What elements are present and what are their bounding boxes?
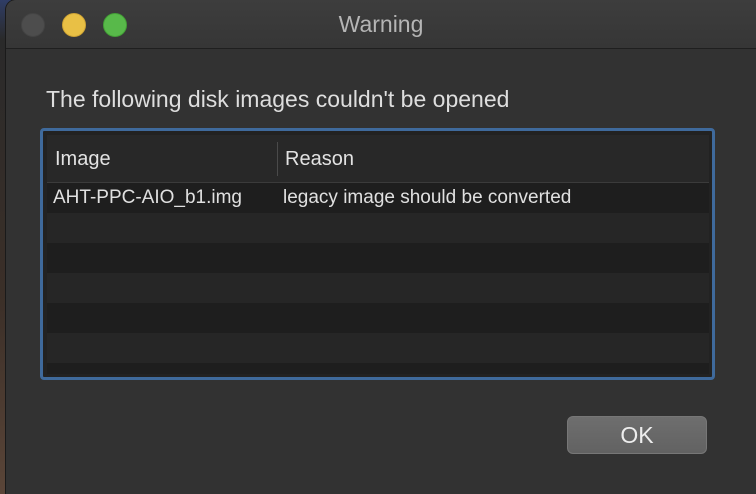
column-header-reason[interactable]: Reason <box>285 135 354 183</box>
empty-table-row <box>47 213 709 243</box>
image-cell: AHT-PPC-AIO_b1.img <box>53 187 242 208</box>
reason-cell: legacy image should be converted <box>283 187 572 208</box>
warning-dialog: Warning The following disk images couldn… <box>6 0 756 494</box>
empty-table-row <box>47 303 709 333</box>
column-divider[interactable] <box>277 142 278 176</box>
empty-table-row <box>47 333 709 363</box>
empty-table-row <box>47 273 709 303</box>
dialog-message: The following disk images couldn't be op… <box>46 86 510 112</box>
column-header-image[interactable]: Image <box>55 135 111 183</box>
table-row[interactable]: AHT-PPC-AIO_b1.img legacy image should b… <box>47 183 709 213</box>
window-title: Warning <box>338 11 424 37</box>
title-bar: Warning <box>6 0 756 49</box>
table-header: Image Reason <box>47 135 709 183</box>
ok-button[interactable]: OK <box>567 416 707 454</box>
table-body: Image Reason AHT-PPC-AIO_b1.img legacy i… <box>47 135 709 374</box>
empty-table-row <box>47 243 709 273</box>
disk-images-table[interactable]: Image Reason AHT-PPC-AIO_b1.img legacy i… <box>40 128 715 380</box>
